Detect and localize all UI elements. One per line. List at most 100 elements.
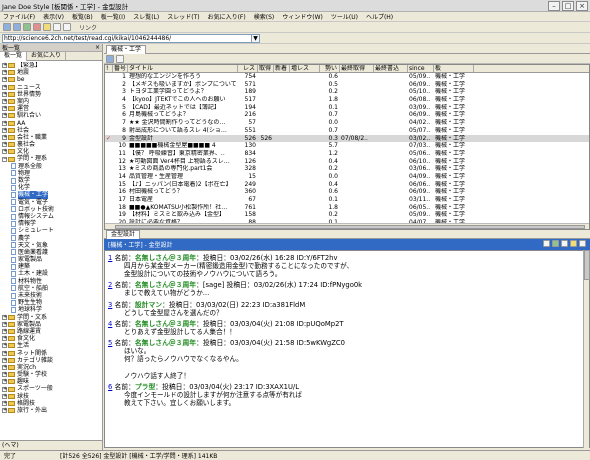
col-speed[interactable]: 勢い bbox=[320, 65, 340, 72]
tree-item[interactable]: + 運営 bbox=[0, 105, 102, 112]
tree-item[interactable]: + スポーツ一般 bbox=[0, 385, 102, 392]
col-last-write[interactable]: 最終書込 bbox=[374, 65, 408, 72]
tree-item[interactable]: 航空・船舶 bbox=[0, 285, 102, 292]
expand-icon[interactable]: + bbox=[2, 142, 7, 148]
expand-icon[interactable]: + bbox=[2, 106, 7, 112]
tree-item[interactable]: + AA bbox=[0, 120, 102, 127]
maximize-icon[interactable]: □ bbox=[562, 0, 574, 11]
tree-item[interactable]: + 実況ch bbox=[0, 364, 102, 371]
thread-row[interactable]: 13 ★ミスの商品の専門化.part1会 328 0.2 03/06.. 機械・工学 bbox=[105, 165, 589, 173]
tree-item[interactable]: + ニュース bbox=[0, 84, 102, 91]
thread-row[interactable]: 16 村田機械ってどう？ 360 0.6 06/09.. 機械・工学 bbox=[105, 188, 589, 196]
tree-item[interactable]: + 世界情勢 bbox=[0, 91, 102, 98]
menu-board-list[interactable]: 板一覧(I) bbox=[101, 12, 125, 21]
expand-icon[interactable]: + bbox=[2, 372, 7, 378]
expand-icon[interactable]: + bbox=[2, 343, 7, 349]
collapse-icon[interactable]: − bbox=[2, 156, 7, 162]
expand-icon[interactable]: + bbox=[2, 149, 7, 155]
menu-view[interactable]: 表示(V) bbox=[43, 12, 64, 21]
thread-row[interactable]: 2 【メギスも吸いますか】ポンプについて 571 0.5 06/09.. 機械・工学 bbox=[105, 81, 589, 89]
tree-item[interactable]: + 馴れ合い bbox=[0, 112, 102, 119]
menu-search[interactable]: 検索(S) bbox=[254, 12, 275, 21]
tree-item[interactable]: + 食文化 bbox=[0, 335, 102, 342]
thread-row[interactable]: 1 理想的なエンジンを作ろう 754 0.6 05/09.. 機械・工学 bbox=[105, 73, 589, 81]
tree-item[interactable]: 天文・気象 bbox=[0, 242, 102, 249]
thread-row[interactable]: 5 【CAD】最近ネットでは【簿記】 194 0.1 03/09.. 機械・工学 bbox=[105, 104, 589, 112]
tree-item[interactable]: − 学問・理系 bbox=[0, 155, 102, 162]
expand-icon[interactable]: + bbox=[2, 314, 7, 320]
tree-item[interactable]: 機械・工学 bbox=[0, 191, 102, 199]
tree-item[interactable]: 野生生物 bbox=[0, 299, 102, 306]
col-res[interactable]: レス bbox=[238, 65, 258, 72]
thread-row[interactable]: 7 ★★ 金沢時間割作りってどうなの… 57 0.0 04/02.. 機械・工学 bbox=[105, 119, 589, 127]
menu-thread-list[interactable]: スレ覧(L) bbox=[133, 12, 159, 21]
expand-icon[interactable]: + bbox=[2, 408, 7, 414]
expand-icon[interactable]: + bbox=[2, 336, 7, 342]
tree-item[interactable]: + 会社・職業 bbox=[0, 134, 102, 141]
tab-board-list[interactable]: 板一覧 bbox=[0, 52, 28, 61]
tree-item[interactable]: + be bbox=[0, 76, 102, 83]
forward-icon[interactable] bbox=[13, 23, 21, 31]
tree-item[interactable]: + 生活 bbox=[0, 342, 102, 349]
menu-help[interactable]: ヘルプ(H) bbox=[366, 12, 393, 21]
close-icon[interactable]: × bbox=[576, 0, 588, 11]
minimize-icon[interactable]: – bbox=[548, 0, 560, 11]
tree-item[interactable]: + 路線運賃 bbox=[0, 328, 102, 335]
tree-item[interactable]: + 家電製品 bbox=[0, 321, 102, 328]
tree-item[interactable]: + 球技 bbox=[0, 393, 102, 400]
find-icon[interactable] bbox=[561, 240, 568, 247]
expand-icon[interactable]: + bbox=[2, 393, 7, 399]
thread-list-hscrollbar[interactable] bbox=[105, 223, 589, 229]
panel-close-icon[interactable]: × bbox=[95, 44, 100, 51]
tree-item[interactable]: 情報システム bbox=[0, 213, 102, 220]
tree-item[interactable]: + 案内 bbox=[0, 98, 102, 105]
tree-item[interactable]: ロボット技術 bbox=[0, 206, 102, 213]
thread-row[interactable]: 3 トヨタ工業学園ってどうよ？ 189 0.2 05/10.. 機械・工学 bbox=[105, 88, 589, 96]
tree-item[interactable]: + 【緊急】 bbox=[0, 62, 102, 69]
expand-icon[interactable]: + bbox=[2, 321, 7, 327]
expand-icon[interactable]: + bbox=[2, 364, 7, 370]
tree-item[interactable]: + 格闘技 bbox=[0, 400, 102, 407]
menu-favorites[interactable]: お気に入り(F) bbox=[208, 12, 246, 21]
tree-item[interactable]: 数学 bbox=[0, 177, 102, 184]
post-author[interactable]: 名無しさん＠３周年 bbox=[135, 339, 196, 347]
post-author[interactable]: プラ型 bbox=[135, 383, 155, 391]
thread-row[interactable]: 6 月島機械ってどうよ？ 216 0.7 06/09.. 機械・工学 bbox=[105, 111, 589, 119]
bookmark-icon[interactable] bbox=[543, 240, 550, 247]
col-title[interactable]: タイトル bbox=[128, 65, 238, 72]
refresh-icon[interactable] bbox=[23, 23, 31, 31]
expand-icon[interactable]: + bbox=[2, 134, 7, 140]
expand-icon[interactable]: + bbox=[2, 329, 7, 335]
list-filter-icon[interactable] bbox=[116, 54, 124, 63]
tree-item[interactable]: シミュレート bbox=[0, 227, 102, 234]
expand-icon[interactable]: + bbox=[2, 84, 7, 90]
menu-board-view[interactable]: 板覧(B) bbox=[72, 12, 93, 21]
col-mark[interactable]: ! bbox=[105, 65, 113, 72]
tree-item[interactable]: 電気・電子 bbox=[0, 199, 102, 206]
expand-icon[interactable]: + bbox=[2, 379, 7, 385]
tree-item[interactable]: 未来技術 bbox=[0, 292, 102, 299]
col-since[interactable]: since bbox=[408, 65, 434, 72]
expand-icon[interactable]: + bbox=[2, 357, 7, 363]
list-refresh-icon[interactable] bbox=[106, 54, 114, 63]
col-board[interactable]: 板 bbox=[434, 65, 474, 72]
tab-board[interactable]: 機械・工学 bbox=[106, 45, 147, 54]
tree-item[interactable]: + 旅行・外出 bbox=[0, 407, 102, 414]
tree-item[interactable]: 情報学 bbox=[0, 220, 102, 227]
tree-item[interactable]: 物理 bbox=[0, 170, 102, 177]
url-dropdown-icon[interactable]: ▼ bbox=[252, 33, 260, 43]
thread-row[interactable]: 11 【僕？ 呼吸練習】東京精密業界、.. 834 1.2 05/06.. 機械・工学 bbox=[105, 150, 589, 158]
thread-row[interactable]: 12 ★可動図面 Ver4杯目 上物語るスレ… 126 0.4 06/10.. 機械・工学 bbox=[105, 158, 589, 166]
viewer-scrollbar[interactable] bbox=[583, 250, 590, 448]
thread-row[interactable]: 15 【♪】ニッパン(日本電着)2【ポ在亡】 249 0.4 06/06.. 機械・工学 bbox=[105, 181, 589, 189]
expand-icon[interactable]: + bbox=[2, 350, 7, 356]
col-got[interactable]: 取得 bbox=[258, 65, 274, 72]
expand-icon[interactable]: + bbox=[2, 400, 7, 406]
thread-row[interactable]: 4 【kyoo】JTEKTでこの人へのお願い 517 1.8 06/08.. 機械・工学 bbox=[105, 96, 589, 104]
expand-icon[interactable]: + bbox=[2, 70, 7, 76]
expand-icon[interactable]: + bbox=[2, 386, 7, 392]
tree-item[interactable]: 家電製品 bbox=[0, 256, 102, 263]
tree-item[interactable]: 医歯薬看護 bbox=[0, 249, 102, 256]
thread-row[interactable]: 17 日本電産 67 0.1 03/11.. 機械・工学 bbox=[105, 196, 589, 204]
expand-icon[interactable]: + bbox=[2, 99, 7, 105]
